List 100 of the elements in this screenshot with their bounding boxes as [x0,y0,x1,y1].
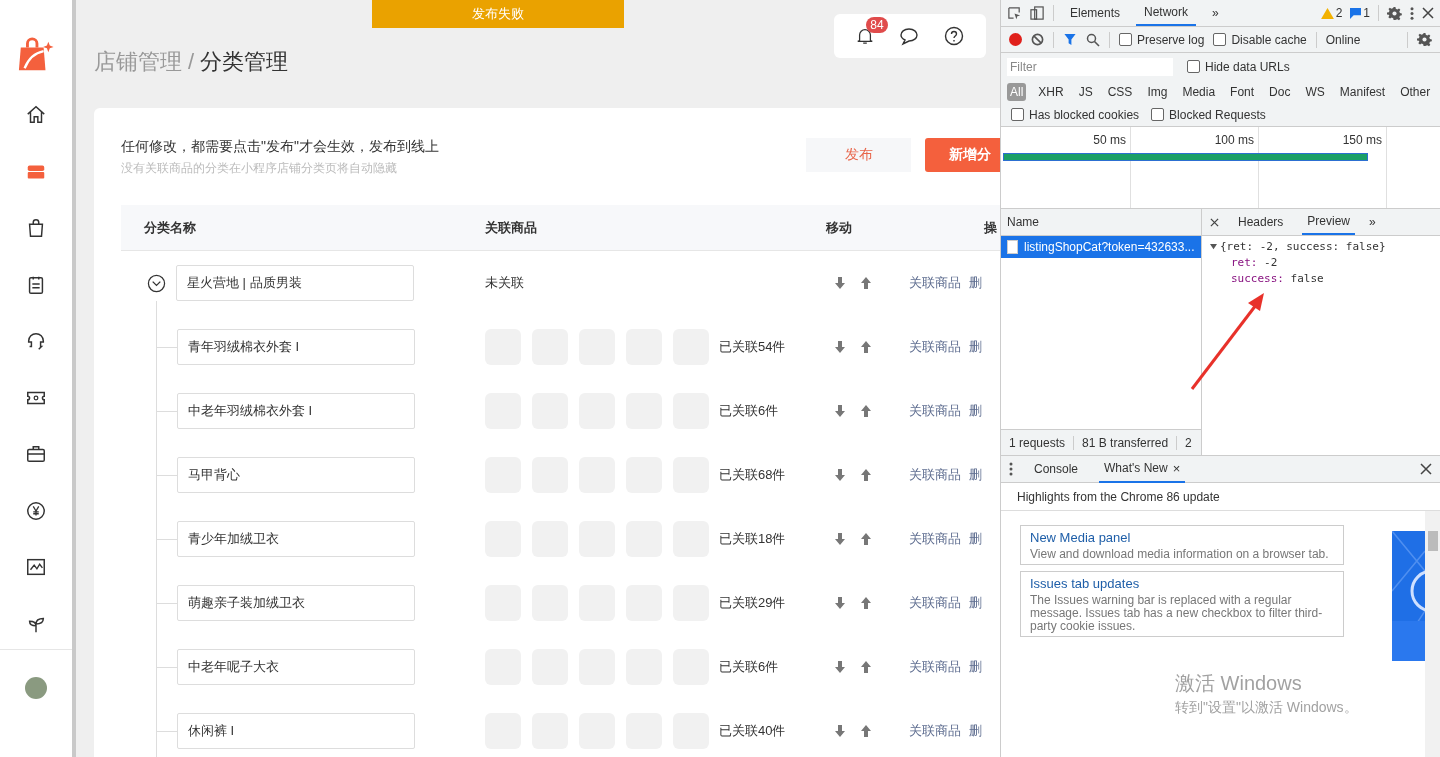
type-filter[interactable]: Doc [1266,82,1294,101]
action-link[interactable]: 关联商品 [909,466,961,484]
checkbox-label: Preserve log [1137,32,1205,47]
bell-icon[interactable] [856,27,875,45]
expanded-triangle-icon[interactable] [1210,243,1217,250]
action-link[interactable]: 关联商品 [909,402,961,420]
message-icon[interactable] [1350,7,1362,19]
time-tick: 150 ms [1342,133,1382,147]
category-name-field[interactable]: 萌趣亲子装加绒卫衣 [177,585,415,621]
action-link[interactable]: 关联商品 [909,338,961,356]
home-icon[interactable] [25,104,47,126]
type-filter[interactable]: JS [1075,82,1096,101]
more-options-icon[interactable] [1410,5,1414,21]
action-link[interactable]: 关联商品 [909,722,961,740]
move-down-icon[interactable] [835,277,845,289]
action-link[interactable]: 关联商品 [909,274,961,292]
move-down-icon[interactable] [835,661,845,673]
action-link[interactable]: 删 [969,402,982,420]
feature-card[interactable]: New Media panel View and download media information on a browser tab. [1020,525,1345,565]
move-up-icon[interactable] [861,405,871,417]
move-up-icon[interactable] [861,533,871,545]
device-toolbar-icon[interactable] [1030,5,1045,21]
move-up-icon[interactable] [861,725,871,737]
chat-bubble-icon[interactable] [899,26,919,46]
type-filter[interactable]: Other [1397,82,1434,101]
inspect-icon[interactable] [1007,5,1022,21]
record-button[interactable] [1009,33,1022,46]
throttling-dropdown[interactable]: Online [1325,32,1361,47]
checkbox[interactable] [1151,108,1165,121]
move-down-icon[interactable] [835,597,845,609]
action-link[interactable]: 删 [969,594,982,612]
filter-icon[interactable] [1063,33,1077,46]
checkbox[interactable] [1119,33,1132,46]
help-icon[interactable] [943,26,964,46]
type-filter[interactable]: Manifest [1336,82,1389,101]
action-link[interactable]: 删 [969,338,982,356]
action-link[interactable]: 删 [969,658,982,676]
move-up-icon[interactable] [861,597,871,609]
json-property: ret: -2 [1230,256,1279,269]
more-tabs-button[interactable]: » [1204,0,1227,26]
filter-field[interactable]: Filter [1007,57,1173,76]
category-name-field[interactable]: 休闲裤 I [177,713,415,749]
menu-dots-icon[interactable] [1009,462,1013,476]
type-filter[interactable]: WS [1302,82,1328,101]
category-name-field[interactable]: 青年羽绒棉衣外套 I [177,329,415,365]
move-up-icon[interactable] [861,469,871,481]
category-name-field[interactable]: 马甲背心 [177,457,415,493]
settings-icon[interactable] [1387,5,1402,21]
settings-icon[interactable] [1417,32,1432,47]
action-link[interactable]: 关联商品 [909,658,961,676]
move-down-icon[interactable] [835,405,845,417]
close-icon[interactable] [1420,463,1432,475]
action-link[interactable]: 删 [969,274,982,292]
category-name-field[interactable]: 中老年羽绒棉衣外套 I [177,393,415,429]
yen-icon[interactable] [25,499,47,522]
action-link[interactable]: 删 [969,722,982,740]
move-up-icon[interactable] [861,341,871,353]
checkbox[interactable] [1187,60,1200,73]
action-link[interactable]: 关联商品 [909,594,961,612]
detail-tab[interactable]: Preview [1302,209,1356,235]
hint-text: 没有关联商品的分类在小程序店铺分类页将自动隐藏 [121,160,398,177]
tab-close-button[interactable]: × [1172,460,1181,476]
checkbox[interactable] [1213,33,1227,46]
scrollbar[interactable] [1425,511,1440,757]
search-icon[interactable] [1086,32,1100,47]
type-filter[interactable]: Font [1227,82,1258,101]
move-up-icon[interactable] [861,277,871,289]
action-link[interactable]: 关联商品 [909,530,961,548]
linked-count: 已关联68件 [719,466,786,484]
panel-tab[interactable]: Elements [1062,0,1129,26]
action-link[interactable]: 删 [969,530,982,548]
type-filter[interactable]: CSS [1104,82,1136,101]
detail-tab[interactable]: Headers [1233,209,1289,235]
drawer-tab[interactable]: Console [1029,455,1084,483]
type-filter[interactable]: Img [1144,82,1171,101]
briefcase-icon[interactable] [25,443,47,465]
action-link[interactable]: 删 [969,466,982,484]
move-down-icon[interactable] [835,341,845,353]
clear-icon[interactable] [1031,33,1044,46]
close-icon[interactable] [1210,217,1219,227]
request-row[interactable]: listingShopCat?token=432633... [1001,236,1201,258]
avatar[interactable] [25,676,47,699]
close-icon[interactable] [1422,7,1434,19]
move-down-icon[interactable] [835,725,845,737]
more-tabs-button[interactable]: » [1369,215,1376,229]
type-filter[interactable]: Media [1179,82,1219,101]
feature-card[interactable]: Issues tab updates The Issues warning bar is replaced with a regular message. Issues tab has a new checkbox to filter third-party cookie issues. [1020,571,1345,637]
category-name-field[interactable]: 青少年加绒卫衣 [177,521,415,557]
checkbox[interactable] [1011,108,1024,121]
category-name-field[interactable]: 星火营地 | 品质男装 [176,265,414,301]
chart-icon[interactable] [25,556,47,578]
move-down-icon[interactable] [835,469,845,481]
chevron-down-icon[interactable] [147,273,166,293]
move-up-icon[interactable] [861,661,871,673]
headset-icon[interactable] [25,330,47,352]
type-filter[interactable]: XHR [1035,82,1067,101]
category-name-field[interactable]: 中老年呢子大衣 [177,649,415,685]
watermark-title: 激活 Windows [1175,671,1303,696]
drawer-tab[interactable]: What's New × [1099,455,1186,483]
move-down-icon[interactable] [835,533,845,545]
